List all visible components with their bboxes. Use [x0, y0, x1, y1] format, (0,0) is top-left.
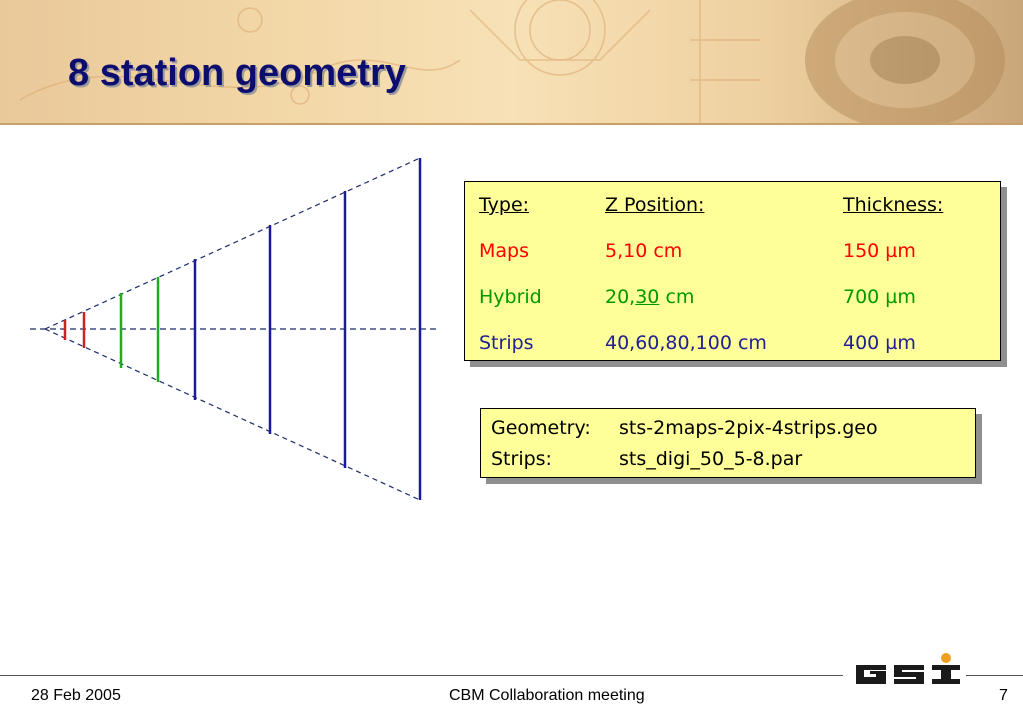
station-geometry-diagram — [30, 157, 438, 501]
z-position-cell: 40,60,80,100 cm — [605, 332, 767, 354]
gsi-logo — [856, 653, 960, 684]
type-cell: Hybrid — [479, 286, 542, 308]
footer-rule-right — [966, 675, 1023, 676]
footer-rule-left — [0, 675, 843, 676]
footer-date: 28 Feb 2005 — [31, 687, 121, 704]
thickness-cell: 150 µm — [843, 240, 916, 262]
strips-value: sts_digi_50_5-8.par — [619, 448, 803, 470]
header-z-position: Z Position: — [605, 194, 705, 216]
header-type: Type: — [479, 194, 530, 216]
thickness-cell: 400 µm — [843, 332, 916, 354]
type-cell: Maps — [479, 240, 529, 262]
geometry-value: sts-2maps-2pix-4strips.geo — [619, 417, 878, 439]
slide-title: 8 station geometry — [68, 52, 406, 94]
strips-label: Strips: — [491, 448, 552, 470]
thickness-cell: 700 µm — [843, 286, 916, 308]
geometry-files-box: Geometry: sts-2maps-2pix-4strips.geo Str… — [480, 408, 976, 478]
z-position-cell: 5,10 cm — [605, 240, 683, 262]
z-position-cell: 20,30 cm — [605, 286, 695, 308]
header-thickness: Thickness: — [843, 194, 944, 216]
geometry-label: Geometry: — [491, 417, 591, 439]
header-banner: 8 station geometry — [0, 0, 1023, 123]
page-number: 7 — [999, 687, 1008, 704]
header-divider — [0, 123, 1023, 125]
footer-event: CBM Collaboration meeting — [449, 687, 645, 704]
type-cell: Strips — [479, 332, 534, 354]
station-parameters-table: Type: Z Position: Thickness: Maps 5,10 c… — [464, 181, 1001, 361]
